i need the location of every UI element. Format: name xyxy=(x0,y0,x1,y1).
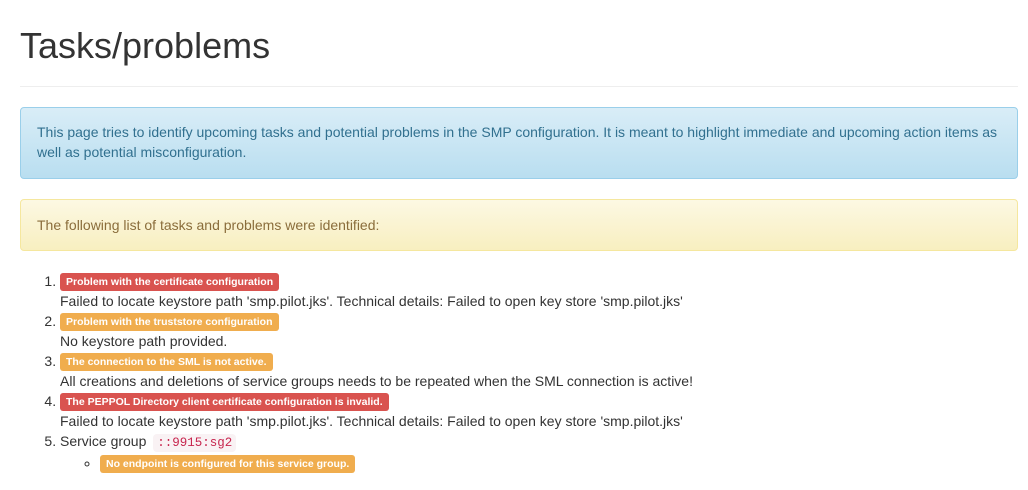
task-1-label: Problem with the certificate configurati… xyxy=(60,273,280,291)
task-2-detail: No keystore path provided. xyxy=(60,333,228,349)
service-group-endpoint-label: No endpoint is configured for this servi… xyxy=(100,455,356,473)
task-item-1: Problem with the certificate configurati… xyxy=(60,271,1018,311)
task-3-detail: All creations and deletions of service g… xyxy=(60,373,693,389)
task-5-text: Service group xyxy=(60,433,147,449)
info-alert: This page tries to identify upcoming tas… xyxy=(20,107,1018,179)
task-4-label: The PEPPOL Directory client certificate … xyxy=(60,393,389,411)
task-list: Problem with the certificate configurati… xyxy=(20,271,1018,473)
task-item-3: The connection to the SML is not active.… xyxy=(60,351,1018,391)
page-title: Tasks/problems xyxy=(20,25,271,66)
task-3-label: The connection to the SML is not active. xyxy=(60,353,273,371)
task-2-label: Problem with the truststore configuratio… xyxy=(60,313,279,331)
title-divider xyxy=(20,86,1018,87)
service-group-sub-item: No endpoint is configured for this servi… xyxy=(100,453,1018,473)
warning-alert-text: The following list of tasks and problems… xyxy=(37,217,380,233)
task-item-4: The PEPPOL Directory client certificate … xyxy=(60,391,1018,431)
warning-alert: The following list of tasks and problems… xyxy=(20,199,1018,251)
page: Tasks/problems This page tries to identi… xyxy=(0,0,1028,490)
info-alert-text: This page tries to identify upcoming tas… xyxy=(37,124,998,160)
task-item-5: Service group ::9915:sg2 No endpoint is … xyxy=(60,431,1018,473)
service-group-id: ::9915:sg2 xyxy=(153,434,237,452)
service-group-sub-list: No endpoint is configured for this servi… xyxy=(60,453,1018,473)
task-item-2: Problem with the truststore configuratio… xyxy=(60,311,1018,351)
task-1-detail: Failed to locate keystore path 'smp.pilo… xyxy=(60,293,683,309)
task-4-detail: Failed to locate keystore path 'smp.pilo… xyxy=(60,413,683,429)
